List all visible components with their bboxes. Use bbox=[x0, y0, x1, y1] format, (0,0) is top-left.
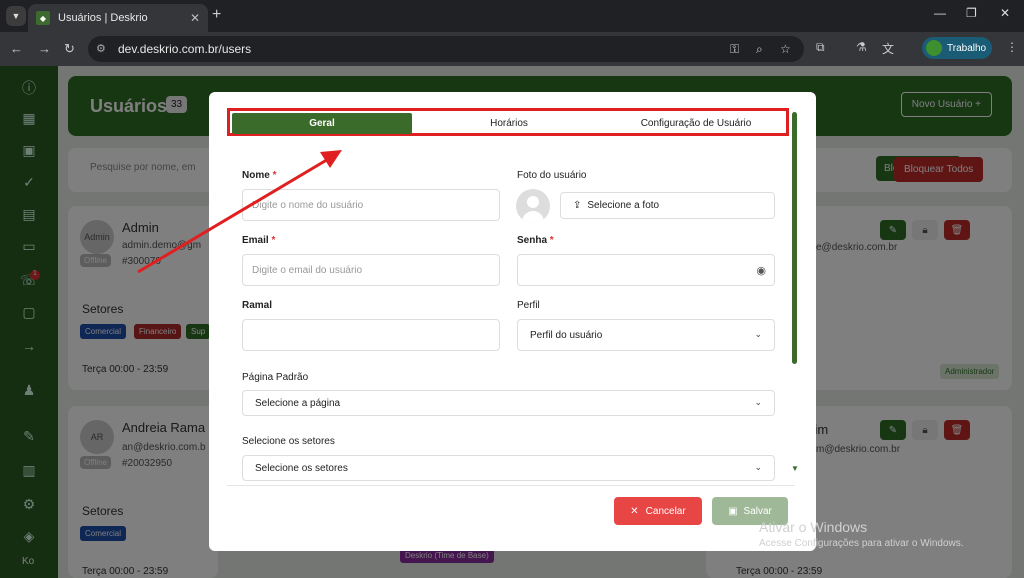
forward-icon[interactable]: → bbox=[38, 41, 51, 56]
translate-icon[interactable]: 文 bbox=[882, 40, 894, 57]
lab-icon[interactable]: ⚗ bbox=[856, 40, 867, 54]
reload-icon[interactable]: ↻ bbox=[64, 41, 75, 57]
close-icon: ✕ bbox=[630, 505, 639, 517]
window-close-icon[interactable]: ✕ bbox=[1000, 6, 1010, 20]
password-label: Senha * bbox=[517, 235, 554, 246]
sectors-select-value: Selecione os setores bbox=[255, 462, 348, 474]
name-label: Nome * bbox=[242, 170, 277, 181]
avatar-placeholder bbox=[516, 189, 550, 223]
cancel-button[interactable]: ✕ Cancelar bbox=[614, 497, 702, 525]
extension-label: Ramal bbox=[242, 300, 273, 311]
scroll-down-icon[interactable]: ▼ bbox=[791, 464, 799, 473]
password-field[interactable]: ◉ bbox=[517, 254, 775, 286]
email-label: Email * bbox=[242, 235, 276, 246]
chevron-down-icon: ⌄ bbox=[754, 462, 762, 472]
profile-select[interactable]: Perfil do usuário ⌄ bbox=[517, 319, 775, 351]
password-key-icon[interactable]: ⚿ bbox=[730, 42, 739, 57]
profile-button[interactable]: Trabalho bbox=[922, 37, 992, 59]
profile-label: Perfil bbox=[517, 300, 540, 311]
extension-field[interactable] bbox=[242, 319, 500, 351]
browser-menu-icon[interactable]: ⋮ bbox=[1006, 40, 1018, 54]
tab-horarios[interactable]: Horários bbox=[416, 113, 602, 134]
profile-name: Trabalho bbox=[947, 42, 987, 54]
tab-close-icon[interactable]: ✕ bbox=[190, 11, 200, 25]
profile-avatar bbox=[926, 40, 942, 56]
chevron-down-icon: ⌄ bbox=[754, 329, 762, 339]
url-text: dev.deskrio.com.br/users bbox=[118, 42, 252, 56]
name-field[interactable]: Digite o nome do usuário bbox=[242, 189, 500, 221]
zoom-icon[interactable]: ⌕ bbox=[756, 42, 763, 57]
sectors-label: Selecione os setores bbox=[242, 436, 335, 447]
windows-activation-title: Ativar o Windows bbox=[759, 519, 868, 535]
new-tab-icon[interactable]: + bbox=[212, 6, 221, 24]
save-icon: ▣ bbox=[728, 505, 738, 517]
sectors-select[interactable]: Selecione os setores ⌄ bbox=[242, 455, 775, 481]
browser-tab[interactable]: ◆ Usuários | Deskrio ✕ bbox=[28, 4, 208, 32]
tab-geral[interactable]: Geral bbox=[232, 113, 412, 134]
deskrio-favicon-icon: ◆ bbox=[36, 11, 50, 25]
back-icon[interactable]: ← bbox=[10, 41, 23, 56]
browser-tab-bar: ▼ ◆ Usuários | Deskrio ✕ + — ❐ ✕ bbox=[0, 0, 1024, 32]
tab-title: Usuários | Deskrio bbox=[58, 12, 148, 24]
show-password-icon[interactable]: ◉ bbox=[756, 264, 766, 277]
default-page-value: Selecione a página bbox=[255, 397, 341, 409]
chevron-down-icon: ⌄ bbox=[754, 397, 762, 407]
save-label: Salvar bbox=[743, 505, 772, 517]
bookmark-star-icon[interactable]: ☆ bbox=[780, 42, 791, 56]
restore-icon[interactable]: ❐ bbox=[966, 6, 977, 20]
email-field[interactable]: Digite o email do usuário bbox=[242, 254, 500, 286]
user-form-modal: Geral Horários Configuração de Usuário ▼… bbox=[209, 92, 816, 551]
upload-icon: ⇪ bbox=[573, 200, 582, 211]
minimize-icon[interactable]: — bbox=[934, 6, 946, 20]
address-bar: ← → ↻ ⚙ dev.deskrio.com.br/users ⚿ ⌕ ☆ bbox=[0, 32, 1024, 66]
tab-search-icon[interactable]: ▼ bbox=[6, 6, 26, 26]
profile-select-value: Perfil do usuário bbox=[530, 329, 603, 341]
extensions-icon[interactable]: ⧉ bbox=[816, 40, 825, 55]
default-page-label: Página Padrão bbox=[242, 372, 309, 383]
scrollbar[interactable] bbox=[792, 112, 797, 364]
select-photo-label: Selecione a foto bbox=[587, 200, 660, 211]
select-photo-button[interactable]: ⇪ Selecione a foto bbox=[560, 192, 775, 219]
windows-activation-text: Acesse Configurações para ativar o Windo… bbox=[759, 538, 964, 549]
tab-bar: Geral Horários Configuração de Usuário bbox=[227, 108, 789, 136]
tab-configuracao-usuario[interactable]: Configuração de Usuário bbox=[606, 113, 786, 134]
cancel-label: Cancelar bbox=[645, 505, 686, 517]
default-page-select[interactable]: Selecione a página ⌄ bbox=[242, 390, 775, 416]
url-box[interactable]: ⚙ dev.deskrio.com.br/users ⚿ ⌕ ☆ bbox=[88, 36, 804, 62]
photo-label: Foto do usuário bbox=[517, 170, 587, 181]
footer-divider bbox=[227, 485, 795, 486]
site-info-icon[interactable]: ⚙ bbox=[96, 42, 106, 55]
